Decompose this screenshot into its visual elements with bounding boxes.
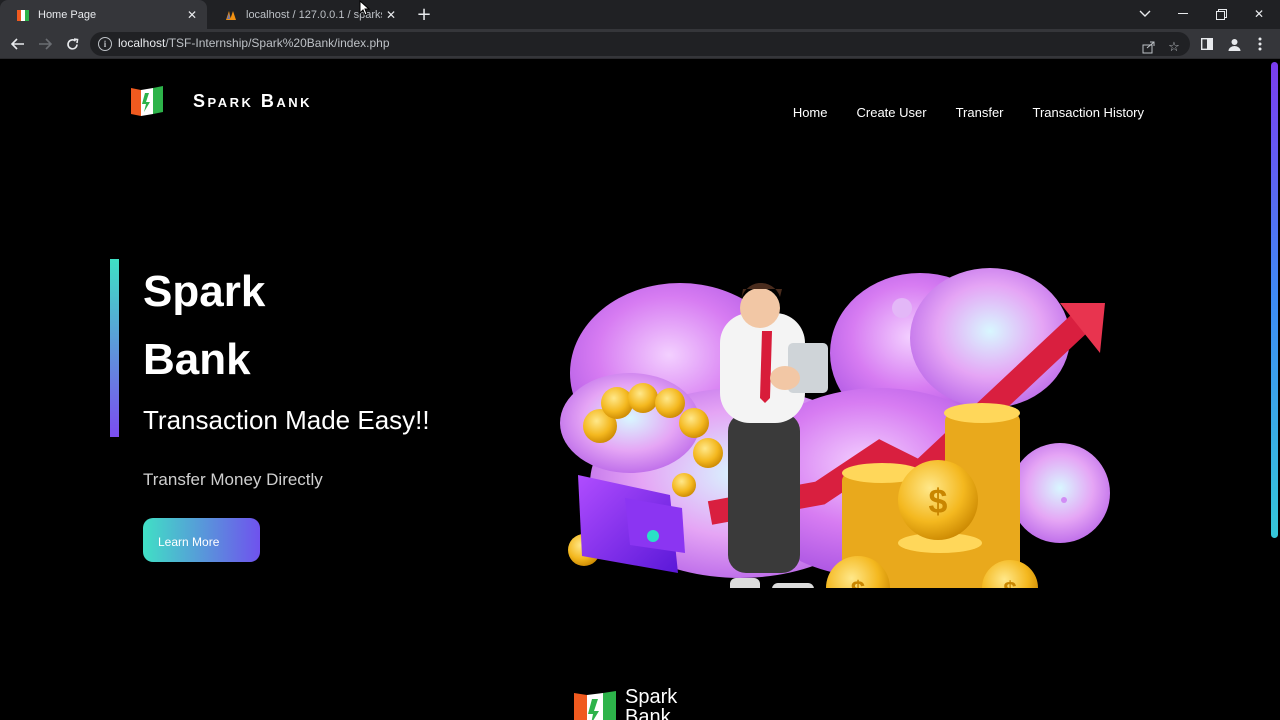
learn-more-button[interactable]: Learn More	[143, 518, 260, 562]
hero-accent-bar	[110, 259, 119, 437]
tab-title: Home Page	[38, 8, 97, 21]
hero-illustration: $ $ $	[560, 268, 1110, 588]
nav-create-user[interactable]: Create User	[857, 105, 927, 120]
share-icon[interactable]	[1138, 37, 1158, 57]
svg-text:$: $	[1003, 577, 1017, 588]
profile-icon[interactable]	[1223, 33, 1245, 55]
main-nav: Home Create User Transfer Transaction Hi…	[793, 105, 1144, 120]
nav-transfer[interactable]: Transfer	[956, 105, 1004, 120]
tab-close-icon[interactable]: ✕	[183, 6, 201, 24]
browser-toolbar: i localhost/TSF-Internship/Spark%20Bank/…	[0, 29, 1280, 59]
close-window-button[interactable]: ✕	[1242, 2, 1276, 26]
scrollbar-thumb[interactable]	[1271, 62, 1278, 538]
reload-icon[interactable]	[61, 33, 83, 55]
site-info-icon[interactable]: i	[98, 37, 112, 51]
hero-title: Spark Bank	[143, 267, 266, 384]
tab-search-chevron-icon[interactable]	[1128, 2, 1162, 26]
address-bar[interactable]: i localhost/TSF-Internship/Spark%20Bank/…	[90, 32, 1190, 56]
svg-text:$: $	[851, 575, 866, 588]
site-logo[interactable]: Spark Bank	[130, 84, 312, 118]
minimize-button[interactable]	[1166, 2, 1200, 26]
brand-name: Spark Bank	[193, 90, 313, 111]
spark-bank-logo-icon	[131, 86, 163, 116]
svg-text:$: $	[929, 483, 948, 521]
browser-tab-strip: Home Page ✕ localhost / 127.0.0.1 / spar…	[0, 0, 1280, 29]
footer-logo: Spark Bank	[573, 687, 677, 720]
nav-home[interactable]: Home	[793, 105, 828, 120]
tab-phpmyadmin[interactable]: localhost / 127.0.0.1 / sparks_ban ✕	[208, 0, 406, 29]
tab-close-icon[interactable]: ✕	[382, 6, 400, 24]
url-text: localhost/TSF-Internship/Spark%20Bank/in…	[118, 36, 390, 50]
hero-subtitle: Transaction Made Easy!!	[143, 405, 430, 435]
tab-home-page[interactable]: Home Page ✕	[0, 0, 207, 29]
footer-brand-name: Spark Bank	[625, 686, 678, 720]
menu-kebab-icon[interactable]	[1249, 33, 1271, 55]
page-viewport: Spark Bank Home Create User Transfer Tra…	[0, 60, 1268, 720]
bookmark-star-icon[interactable]: ☆	[1164, 37, 1184, 57]
forward-arrow-icon[interactable]	[34, 33, 56, 55]
spark-bank-favicon	[17, 9, 29, 21]
hero-description: Transfer Money Directly	[143, 470, 323, 489]
side-panel-icon[interactable]	[1196, 33, 1218, 55]
back-arrow-icon[interactable]	[7, 33, 29, 55]
spark-bank-logo-icon	[574, 691, 616, 720]
phpmyadmin-favicon	[226, 10, 236, 20]
nav-transaction-history[interactable]: Transaction History	[1033, 105, 1145, 120]
restore-button[interactable]	[1204, 2, 1238, 26]
mouse-cursor-icon	[359, 0, 371, 16]
new-tab-button[interactable]: +	[414, 4, 434, 25]
